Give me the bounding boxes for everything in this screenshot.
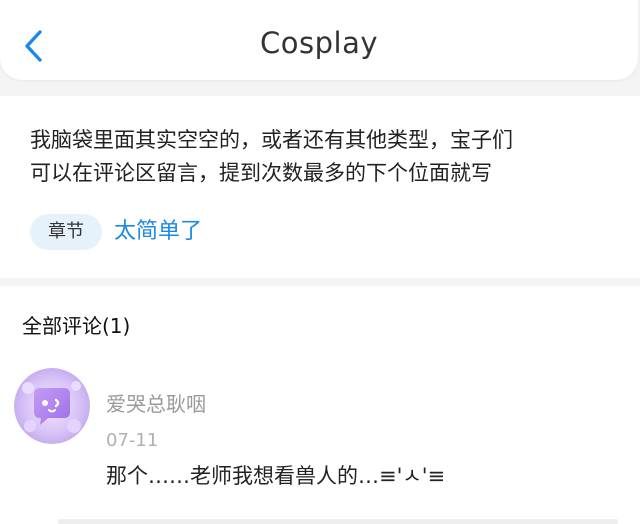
page-title: Cosplay: [260, 26, 378, 60]
post-text-line: 可以在评论区留言，提到次数最多的下个位面就写: [30, 161, 492, 185]
comments-section: 全部评论(1) 爱哭总耿咽 07-11 那个……老师我想看兽人的…≡'ㅅ'≡: [0, 286, 640, 524]
chapter-tag: 章节: [30, 214, 102, 250]
post-card: 我脑袋里面其实空空的，或者还有其他类型，宝子们 可以在评论区留言，提到次数最多的…: [0, 96, 640, 278]
avatar[interactable]: [14, 368, 90, 444]
post-description: 我脑袋里面其实空空的，或者还有其他类型，宝子们 可以在评论区留言，提到次数最多的…: [30, 124, 620, 190]
post-text-line: 我脑袋里面其实空空的，或者还有其他类型，宝子们: [30, 128, 513, 152]
comment-text: 那个……老师我想看兽人的…≡'ㅅ'≡: [106, 464, 446, 488]
top-nav-bar: Cosplay: [0, 0, 638, 80]
comment-date: 07-11: [106, 430, 159, 451]
divider: [58, 519, 618, 524]
comments-header: 全部评论(1): [22, 314, 131, 338]
comment-username[interactable]: 爱哭总耿咽: [106, 388, 206, 417]
chapter-link[interactable]: 太简单了: [114, 214, 202, 250]
chat-bubble-avatar-icon: [14, 368, 90, 444]
